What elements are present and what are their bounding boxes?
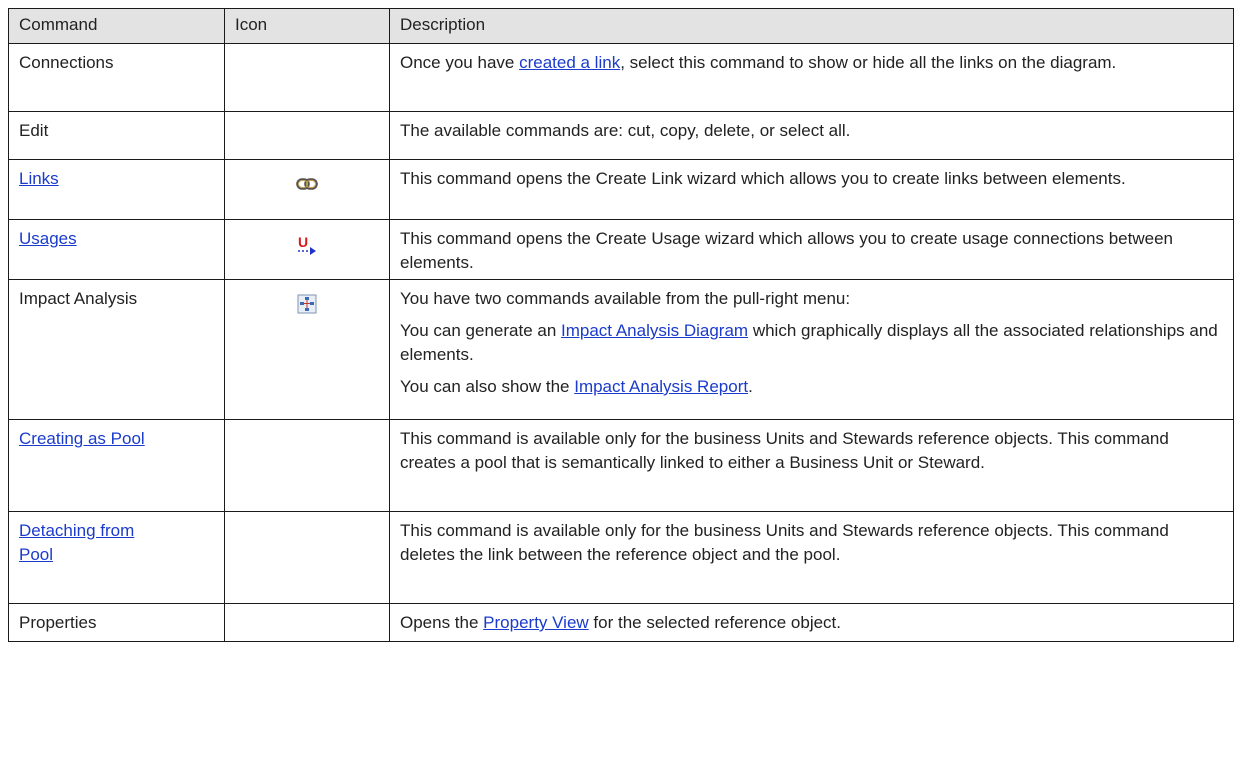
usage-arrow-icon: U	[295, 234, 319, 263]
description-cell: Opens the Property View for the selected…	[389, 603, 1234, 642]
icon-cell	[224, 279, 390, 420]
command-cell: Creating as Pool	[8, 419, 225, 512]
impact-paragraph-2: You can generate an Impact Analysis Diag…	[400, 319, 1223, 367]
impact-analysis-icon	[297, 294, 317, 321]
table-row: Creating as Pool This command is availab…	[8, 419, 1234, 512]
report-link[interactable]: Report	[697, 377, 748, 396]
description-text: You can also show the	[400, 377, 575, 396]
impact-analysis-link[interactable]: Impact Analysis	[561, 321, 684, 340]
table-row: Impact Analysis You have two commands av…	[8, 279, 1234, 420]
table-row: Connections Once you have created a link…	[8, 43, 1234, 112]
header-icon: Icon	[224, 8, 390, 44]
impact-paragraph-1: You have two commands available from the…	[400, 289, 851, 308]
command-cell: Edit	[8, 111, 225, 160]
icon-cell	[224, 43, 390, 112]
icon-cell	[224, 511, 390, 604]
table-row: Detaching from Pool This command is avai…	[8, 511, 1234, 604]
link-chain-icon	[296, 174, 318, 198]
commands-table: Command Icon Description Connections Onc…	[8, 8, 1234, 642]
command-cell: Usages	[8, 219, 225, 280]
description-text: for the selected reference object.	[588, 613, 841, 632]
description-cell: This command opens the Create Usage wiza…	[389, 219, 1234, 280]
created-a-link-link[interactable]: created a link	[519, 53, 620, 72]
table-row: Edit The available commands are: cut, co…	[8, 111, 1234, 160]
command-cell: Impact Analysis	[8, 279, 225, 420]
description-cell: The available commands are: cut, copy, d…	[389, 111, 1234, 160]
icon-cell	[224, 603, 390, 642]
table-row: Properties Opens the Property View for t…	[8, 603, 1234, 642]
description-cell: You have two commands available from the…	[389, 279, 1234, 420]
links-link[interactable]: Links	[19, 169, 59, 188]
icon-cell	[224, 419, 390, 512]
description-text: .	[748, 377, 753, 396]
icon-cell	[224, 159, 390, 220]
icon-cell: U	[224, 219, 390, 280]
impact-analysis-link[interactable]: Impact Analysis	[574, 377, 697, 396]
icon-cell	[224, 111, 390, 160]
command-cell: Links	[8, 159, 225, 220]
detach-label-line1: Detaching from	[19, 521, 135, 540]
description-cell: This command opens the Create Link wizar…	[389, 159, 1234, 220]
command-cell: Detaching from Pool	[8, 511, 225, 604]
creating-as-pool-link[interactable]: Creating as Pool	[19, 429, 145, 448]
command-cell: Connections	[8, 43, 225, 112]
impact-paragraph-3: You can also show the Impact Analysis Re…	[400, 375, 1223, 399]
description-text: Opens the	[400, 613, 484, 632]
property-view-link[interactable]: Property View	[483, 613, 589, 632]
description-text: Once you have	[400, 53, 520, 72]
description-cell: This command is available only for the b…	[389, 511, 1234, 604]
header-command: Command	[8, 8, 225, 44]
table-row: Links This command opens the Create Link…	[8, 159, 1234, 220]
description-text: , select this command to show or hide al…	[620, 53, 1117, 72]
diagram-link[interactable]: Diagram	[684, 321, 748, 340]
detaching-from-pool-link[interactable]: Detaching from Pool	[19, 521, 134, 564]
table-header-row: Command Icon Description	[8, 8, 1234, 44]
description-cell: This command is available only for the b…	[389, 419, 1234, 512]
usage-icon-letter: U	[298, 234, 308, 250]
header-description: Description	[389, 8, 1234, 44]
description-cell: Once you have created a link, select thi…	[389, 43, 1234, 112]
usages-link[interactable]: Usages	[19, 229, 77, 248]
description-text: You can generate an	[400, 321, 562, 340]
detach-label-line2: Pool	[19, 545, 54, 564]
command-cell: Properties	[8, 603, 225, 642]
table-row: Usages U This command opens the Create U…	[8, 219, 1234, 280]
